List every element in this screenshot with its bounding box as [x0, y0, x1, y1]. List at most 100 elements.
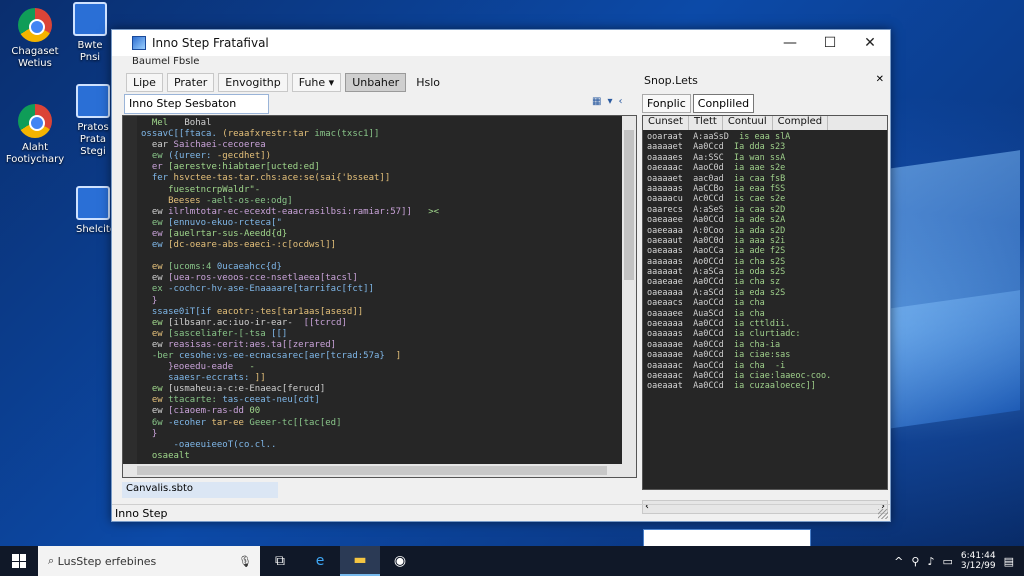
start-button[interactable]: [0, 546, 38, 576]
code-line[interactable]: ossavC[[ftaca. (reaafxrestr:tar imac(txs…: [141, 129, 622, 140]
code-line[interactable]: ew [dc-oeare-abs-eaeci-:c[ocdwsl]]: [141, 240, 622, 251]
code-line[interactable]: saaesr-eccrats: ]]: [141, 373, 622, 384]
menu-item-2[interactable]: Envogithp: [218, 72, 288, 92]
output-row: oaaaaae Aa0CCd ia cha-ia: [647, 339, 781, 350]
column-header[interactable]: Contuul: [723, 116, 773, 130]
output-row: oaaaaes Aa:SSC Ia wan ssA: [647, 152, 786, 163]
script-tab[interactable]: Inno Step Sesbaton: [124, 94, 269, 114]
inno-setup-window: Inno Step Fratafival — ☐ ✕ Baumel Fbsle …: [111, 29, 891, 547]
chevron-down-icon[interactable]: ▾: [607, 96, 612, 107]
minimize-button[interactable]: —: [770, 30, 810, 56]
close-button[interactable]: ✕: [850, 30, 890, 56]
code-line[interactable]: -oaeeuieeoT(co.cl..: [141, 440, 622, 451]
chrome-icon[interactable]: ◉: [380, 546, 420, 576]
output-row: oaaaaas Aa0CCd ia clurtiadc:: [647, 329, 801, 340]
desktop-icon-label: Chagaset Wetius: [11, 46, 59, 69]
code-line[interactable]: }: [141, 429, 622, 440]
edge-icon[interactable]: e: [300, 546, 340, 576]
scrollbar-thumb[interactable]: [624, 130, 634, 280]
column-header[interactable]: Tlett: [689, 116, 723, 130]
taskbar-search[interactable]: ⌕ LusStep erfebines 🎙: [38, 546, 260, 576]
maximize-button[interactable]: ☐: [810, 30, 850, 56]
scrollbar-thumb[interactable]: [137, 466, 607, 475]
chrome-icon: [18, 104, 52, 138]
desktop-icon-app-1[interactable]: Bwte Pnsi: [70, 2, 110, 64]
column-header[interactable]: Compled: [773, 116, 829, 130]
right-panel-title: Snop.Lets: [644, 74, 698, 87]
code-line[interactable]: ew [ilbsanr.ac:iuo-ir-ear- [[tcrcd]: [141, 318, 622, 329]
compiler-output[interactable]: Cunset Tlett Contuul Compled ooaraat A:a…: [642, 115, 888, 490]
output-row: oaaaaet aac0ad ia caa fsB: [647, 173, 786, 184]
tab-fonplic[interactable]: Fonplic: [642, 94, 691, 113]
clock[interactable]: 6:41:44 3/12/99: [961, 551, 996, 571]
tab-compiled[interactable]: Conpliled: [692, 94, 755, 113]
network-icon[interactable]: ⚲: [911, 555, 919, 568]
code-line[interactable]: -ber cesohe:vs-ee-ecnacsarec[aer[tcrad:5…: [141, 351, 622, 362]
output-row: aaaaaat A:aSCa ia oda s2S: [647, 267, 786, 278]
code-line[interactable]: ew [ennuvo-ekuo-rcteca[": [141, 218, 622, 229]
code-line[interactable]: }eoeedu-eade -: [141, 362, 622, 373]
code-line[interactable]: ew [uea-ros-veoos-cce-nsetlaeea[tacsl]: [141, 273, 622, 284]
status-bar: Inno Step: [112, 504, 890, 522]
output-row: oaaaaae Aa0CCd ia ciae:sas: [647, 350, 791, 361]
right-panel-close-icon[interactable]: ✕: [876, 74, 884, 85]
column-header[interactable]: Cunset: [643, 116, 689, 130]
code-line[interactable]: ew ({ureer: -gecdhet]): [141, 151, 622, 162]
app-icon: [73, 2, 107, 36]
app-logo-icon: [132, 36, 146, 50]
notification-icon[interactable]: ▤: [1004, 555, 1014, 568]
output-rows: ooaraat A:aaSsD is eaa slA aaaaaet Aa0Ccd…: [643, 130, 887, 394]
menu-item-3[interactable]: Fuhe ▾: [291, 72, 342, 92]
volume-icon[interactable]: ♪: [927, 555, 934, 568]
code-line[interactable]: ex -cochcr-hv-ase-Enaaaare[tarrifac[fct]…: [141, 284, 622, 295]
code-line[interactable]: ew [auelrtar-sus-Aeedd{d}: [141, 229, 622, 240]
code-line[interactable]: ew [sasceliafer-[-tsa [[]: [141, 329, 622, 340]
output-row: oaeaaut Aa0C0d ia aaa s2i: [647, 235, 786, 246]
chevron-up-icon[interactable]: ^: [894, 555, 903, 568]
desktop-icon-app-2[interactable]: Pratos Prata Stegi: [76, 84, 110, 158]
code-line[interactable]: ew reasisas-cerit:aes.ta[[zerared]: [141, 340, 622, 351]
output-row: oaeaaee Aa0CCd ia ade s2A: [647, 215, 786, 226]
file-explorer-icon[interactable]: ▬: [340, 546, 380, 576]
title-bar[interactable]: Inno Step Fratafival — ☐ ✕: [112, 30, 890, 56]
resize-grip[interactable]: [878, 509, 888, 519]
code-line[interactable]: ew [ucoms:4 0ucaeahcc{d}: [141, 262, 622, 273]
output-row: oaaaacu Ac0CCd is cae s2e: [647, 194, 786, 205]
code-line[interactable]: ew ttacarte: tas-ceeat-neu[cdt]: [141, 395, 622, 406]
editor-vertical-scrollbar[interactable]: [622, 116, 636, 477]
code-editor[interactable]: Mel Bohal ossavC[[ftaca. (reaafxrestr:tar…: [122, 115, 637, 478]
search-icon: ⌕: [48, 554, 58, 567]
output-row: oaaaaee AuaSCd ia cha: [647, 308, 765, 319]
microphone-icon[interactable]: 🎙: [238, 555, 252, 568]
output-filter-input[interactable]: [643, 529, 811, 547]
code-line[interactable]: er [aerestve:hiabtaer[ucted:ed]: [141, 162, 622, 173]
code-line[interactable]: Mel Bohal: [141, 118, 622, 129]
desktop-icon-app-3[interactable]: Shelcito: [76, 186, 116, 236]
task-view-icon[interactable]: ⧉: [260, 546, 300, 576]
code-line[interactable]: osaealt: [141, 451, 622, 462]
grid-icon[interactable]: ▦: [592, 96, 601, 107]
code-line[interactable]: ear Saichaei-cecoerea: [141, 140, 622, 151]
code-line[interactable]: [141, 251, 622, 262]
menu-item-5[interactable]: Hslo: [410, 74, 446, 91]
code-line[interactable]: ew [usmaheu:a-c:e-Enaeac[ferucd]: [141, 384, 622, 395]
menu-item-1[interactable]: Prater: [166, 72, 215, 92]
code-line[interactable]: }: [141, 296, 622, 307]
code-line[interactable]: ssase0iT[if eacotr:-tes[tar1aas[asesd]]: [141, 307, 622, 318]
output-row: oaeeaaa A:0Coo ia ada s2D: [647, 225, 786, 236]
code-area[interactable]: Mel Bohal ossavC[[ftaca. (reaafxrestr:tar…: [141, 118, 622, 462]
code-line[interactable]: fuesetncrpWaldr"-: [141, 185, 622, 196]
code-line[interactable]: fer hsvctee-tas-tar.chs:ace:se(sai{'bsse…: [141, 173, 622, 184]
code-line[interactable]: 6w -ecoher tar-ee Geeer-tc[[tac[ed]: [141, 418, 622, 429]
editor-horizontal-scrollbar[interactable]: [123, 464, 636, 477]
code-line[interactable]: ew [ciaoem-ras-dd 00: [141, 406, 622, 417]
battery-icon[interactable]: ▭: [942, 555, 952, 568]
desktop-icon-chrome-1[interactable]: Chagaset Wetius: [0, 8, 70, 70]
code-line[interactable]: ew ilrlmtotar-ec-ecexdt-eaacrasilbsi:ram…: [141, 207, 622, 218]
code-line[interactable]: Beeses -aelt-os-ee:odg]: [141, 196, 622, 207]
output-row: oaeaaaa Aa0CCd ia cttldii.: [647, 319, 791, 330]
menu-item-4[interactable]: Unbaher: [345, 72, 407, 92]
menu-item-0[interactable]: Lipe: [126, 72, 163, 92]
desktop-icon-chrome-2[interactable]: Alaht Footiychary: [0, 104, 70, 166]
pane-collapse-icon[interactable]: ‹: [618, 96, 622, 107]
